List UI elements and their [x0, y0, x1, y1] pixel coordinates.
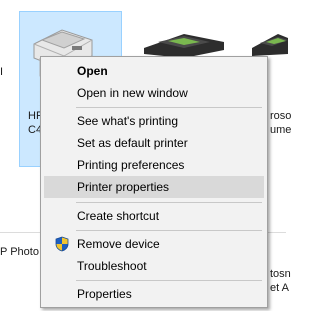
menu-item-label: Troubleshoot	[77, 259, 147, 273]
menu-item-troubleshoot[interactable]: Troubleshoot	[44, 255, 264, 277]
menu-separator	[76, 107, 262, 108]
menu-item-label: Printing preferences	[77, 158, 185, 172]
menu-item-open[interactable]: Open	[44, 60, 264, 82]
menu-separator	[76, 280, 262, 281]
menu-separator	[76, 202, 262, 203]
menu-item-remove-device[interactable]: Remove device	[44, 233, 264, 255]
menu-item-label: Remove device	[77, 237, 160, 251]
menu-item-properties[interactable]: Properties	[44, 283, 264, 305]
menu-item-open-new-window[interactable]: Open in new window	[44, 82, 264, 104]
menu-item-printing-preferences[interactable]: Printing preferences	[44, 154, 264, 176]
printer-label-fragment: et A	[270, 282, 289, 294]
printer-label-fragment: ume	[270, 124, 292, 136]
menu-item-label: Create shortcut	[77, 209, 160, 223]
menu-item-label: Properties	[77, 287, 132, 301]
printer-icon	[252, 34, 288, 56]
menu-item-label: Set as default printer	[77, 136, 188, 150]
printer-label-fragment: P Photo	[0, 246, 39, 258]
menu-item-label: Open in new window	[77, 86, 188, 100]
menu-item-label: Printer properties	[77, 180, 170, 194]
menu-item-see-whats-printing[interactable]: See what's printing	[44, 110, 264, 132]
printer-icon	[144, 34, 224, 58]
menu-separator	[76, 230, 262, 231]
printer-label-fragment: roso	[270, 110, 292, 122]
menu-item-printer-properties[interactable]: Printer properties	[44, 176, 264, 198]
menu-item-label: Open	[77, 64, 108, 78]
context-menu: Open Open in new window See what's print…	[40, 56, 268, 308]
printer-label-fragment: tosn	[270, 268, 291, 280]
shield-icon	[55, 236, 69, 252]
menu-item-label: See what's printing	[77, 114, 179, 128]
left-edge-text: I	[0, 66, 4, 78]
menu-item-create-shortcut[interactable]: Create shortcut	[44, 205, 264, 227]
menu-item-set-default-printer[interactable]: Set as default printer	[44, 132, 264, 154]
